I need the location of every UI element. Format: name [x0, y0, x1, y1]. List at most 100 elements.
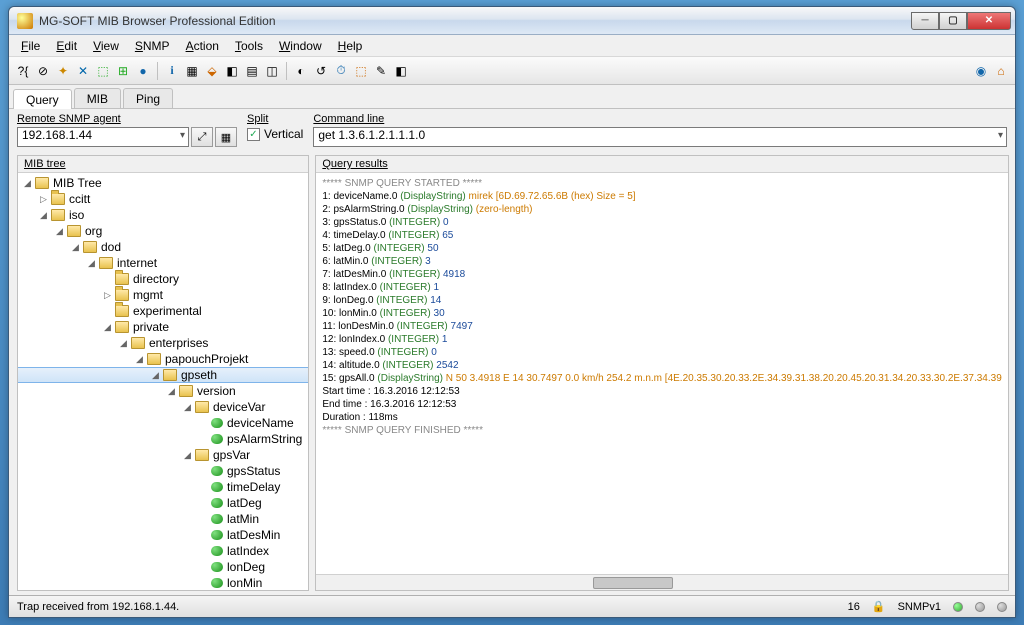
- menu-snmp[interactable]: SNMP: [127, 37, 178, 55]
- status-led-idle: [997, 602, 1007, 612]
- tool-icon[interactable]: ◐: [293, 63, 309, 79]
- tab-ping[interactable]: Ping: [123, 88, 173, 108]
- folder-icon: [51, 209, 65, 221]
- menu-tools[interactable]: Tools: [227, 37, 271, 55]
- split-vertical-checkbox[interactable]: ✓ Vertical: [247, 127, 303, 141]
- tree-node[interactable]: ◢ iso: [18, 207, 308, 223]
- home-icon[interactable]: ⌂: [993, 63, 1009, 79]
- tree-node[interactable]: experimental: [18, 303, 308, 319]
- tree-node[interactable]: psAlarmString: [18, 431, 308, 447]
- tool-icon[interactable]: ⏱: [333, 63, 349, 79]
- collapse-icon[interactable]: ◢: [150, 370, 161, 381]
- tree-node[interactable]: timeDelay: [18, 479, 308, 495]
- tree-node[interactable]: latDesMin: [18, 527, 308, 543]
- tree-node[interactable]: directory: [18, 271, 308, 287]
- collapse-icon[interactable]: ◢: [54, 226, 65, 237]
- menu-edit[interactable]: Edit: [48, 37, 85, 55]
- tree-node-label: gpsStatus: [227, 464, 280, 478]
- collapse-icon[interactable]: ◢: [70, 242, 81, 253]
- collapse-icon[interactable]: ◢: [102, 322, 113, 333]
- agent-props-button[interactable]: ▦: [215, 127, 237, 147]
- mib-tree-header: MIB tree: [18, 156, 308, 173]
- browse-agent-button[interactable]: ⤢: [191, 127, 213, 147]
- tree-node-label: papouchProjekt: [165, 352, 248, 366]
- tool-icon[interactable]: ⬙: [204, 63, 220, 79]
- collapse-icon[interactable]: ◢: [182, 402, 193, 413]
- spacer: [198, 434, 209, 445]
- tool-icon[interactable]: ▤: [244, 63, 260, 79]
- help-icon[interactable]: ◉: [973, 63, 989, 79]
- tool-icon[interactable]: ⊘: [35, 63, 51, 79]
- mib-tree[interactable]: ◢ MIB Tree▷ccitt ◢ iso◢org◢dod◢internetdire…: [18, 173, 308, 590]
- collapse-icon[interactable]: ◢: [22, 178, 33, 189]
- tree-node[interactable]: ◢ MIB Tree: [18, 175, 308, 191]
- close-button[interactable]: ✕: [967, 12, 1011, 30]
- tool-icon[interactable]: ✦: [55, 63, 71, 79]
- tool-icon[interactable]: ⬚: [353, 63, 369, 79]
- maximize-button[interactable]: ▢: [939, 12, 967, 30]
- collapse-icon[interactable]: ◢: [86, 258, 97, 269]
- collapse-icon[interactable]: ◢: [166, 386, 177, 397]
- tree-node[interactable]: lonDeg: [18, 559, 308, 575]
- tree-node[interactable]: ◢enterprises: [18, 335, 308, 351]
- tool-icon[interactable]: ✎: [373, 63, 389, 79]
- menubar: FileEditViewSNMPActionToolsWindowHelp: [9, 35, 1015, 57]
- tool-icon[interactable]: ⊞: [115, 63, 131, 79]
- tab-query[interactable]: Query: [13, 89, 72, 109]
- tool-icon[interactable]: ●: [135, 63, 151, 79]
- tree-node[interactable]: ◢org: [18, 223, 308, 239]
- tree-node[interactable]: latMin: [18, 511, 308, 527]
- menu-help[interactable]: Help: [330, 37, 371, 55]
- tree-node[interactable]: lonMin: [18, 575, 308, 590]
- expand-icon[interactable]: ▷: [102, 290, 113, 301]
- result-line: 11: lonDesMin.0 (INTEGER) 7497: [322, 320, 1001, 333]
- tool-icon[interactable]: ◧: [393, 63, 409, 79]
- result-line: 7: latDesMin.0 (INTEGER) 4918: [322, 268, 1001, 281]
- tree-node[interactable]: ◢ papouchProjekt: [18, 351, 308, 367]
- tool-icon[interactable]: ✕: [75, 63, 91, 79]
- collapse-icon[interactable]: ◢: [182, 450, 193, 461]
- tree-node[interactable]: deviceName: [18, 415, 308, 431]
- tool-icon[interactable]: ⬚: [95, 63, 111, 79]
- menu-window[interactable]: Window: [271, 37, 330, 55]
- minimize-button[interactable]: ─: [911, 12, 939, 30]
- tree-node[interactable]: ◢deviceVar: [18, 399, 308, 415]
- tree-node-label: iso: [69, 208, 84, 222]
- scrollbar-horizontal[interactable]: [316, 574, 1007, 590]
- tool-icon[interactable]: ▦: [184, 63, 200, 79]
- tool-icon[interactable]: ◫: [264, 63, 280, 79]
- tree-node[interactable]: ◢version: [18, 383, 308, 399]
- tree-node[interactable]: ◢gpseth: [18, 367, 308, 383]
- menu-action[interactable]: Action: [178, 37, 227, 55]
- tree-node[interactable]: latDeg: [18, 495, 308, 511]
- expand-icon[interactable]: ▷: [38, 194, 49, 205]
- spacer: [198, 514, 209, 525]
- tree-node[interactable]: ◢gpsVar: [18, 447, 308, 463]
- tool-icon[interactable]: i: [164, 63, 180, 79]
- collapse-icon[interactable]: ◢: [134, 354, 145, 365]
- menu-file[interactable]: File: [13, 37, 48, 55]
- tree-node[interactable]: ◢dod: [18, 239, 308, 255]
- tree-node-label: MIB Tree: [53, 176, 102, 190]
- remote-agent-combo[interactable]: 192.168.1.44: [17, 127, 189, 147]
- command-line-label: Command line: [313, 113, 1007, 125]
- toolbar: ?{ ⊘ ✦ ✕ ⬚ ⊞ ● i ▦ ⬙ ◧ ▤ ◫ ◐ ↺ ⏱ ⬚ ✎ ◧ ◉…: [9, 57, 1015, 85]
- tree-node[interactable]: ◢private: [18, 319, 308, 335]
- tree-node-label: latDesMin: [227, 528, 280, 542]
- tree-node[interactable]: ▷ccitt: [18, 191, 308, 207]
- tree-node[interactable]: latIndex: [18, 543, 308, 559]
- tree-node[interactable]: gpsStatus: [18, 463, 308, 479]
- command-line-combo[interactable]: get 1.3.6.1.2.1.1.1.0: [313, 127, 1007, 147]
- titlebar[interactable]: MG-SOFT MIB Browser Professional Edition…: [9, 7, 1015, 35]
- tree-node[interactable]: ◢internet: [18, 255, 308, 271]
- tree-node[interactable]: ▷mgmt: [18, 287, 308, 303]
- menu-view[interactable]: View: [85, 37, 127, 55]
- tool-icon[interactable]: ↺: [313, 63, 329, 79]
- collapse-icon[interactable]: ◢: [118, 338, 129, 349]
- query-results[interactable]: ***** SNMP QUERY STARTED *****1: deviceN…: [316, 173, 1007, 574]
- tool-icon[interactable]: ?{: [15, 63, 31, 79]
- tab-mib[interactable]: MIB: [74, 88, 121, 108]
- collapse-icon[interactable]: ◢: [38, 210, 49, 221]
- tool-icon[interactable]: ◧: [224, 63, 240, 79]
- scroll-thumb[interactable]: [593, 577, 673, 589]
